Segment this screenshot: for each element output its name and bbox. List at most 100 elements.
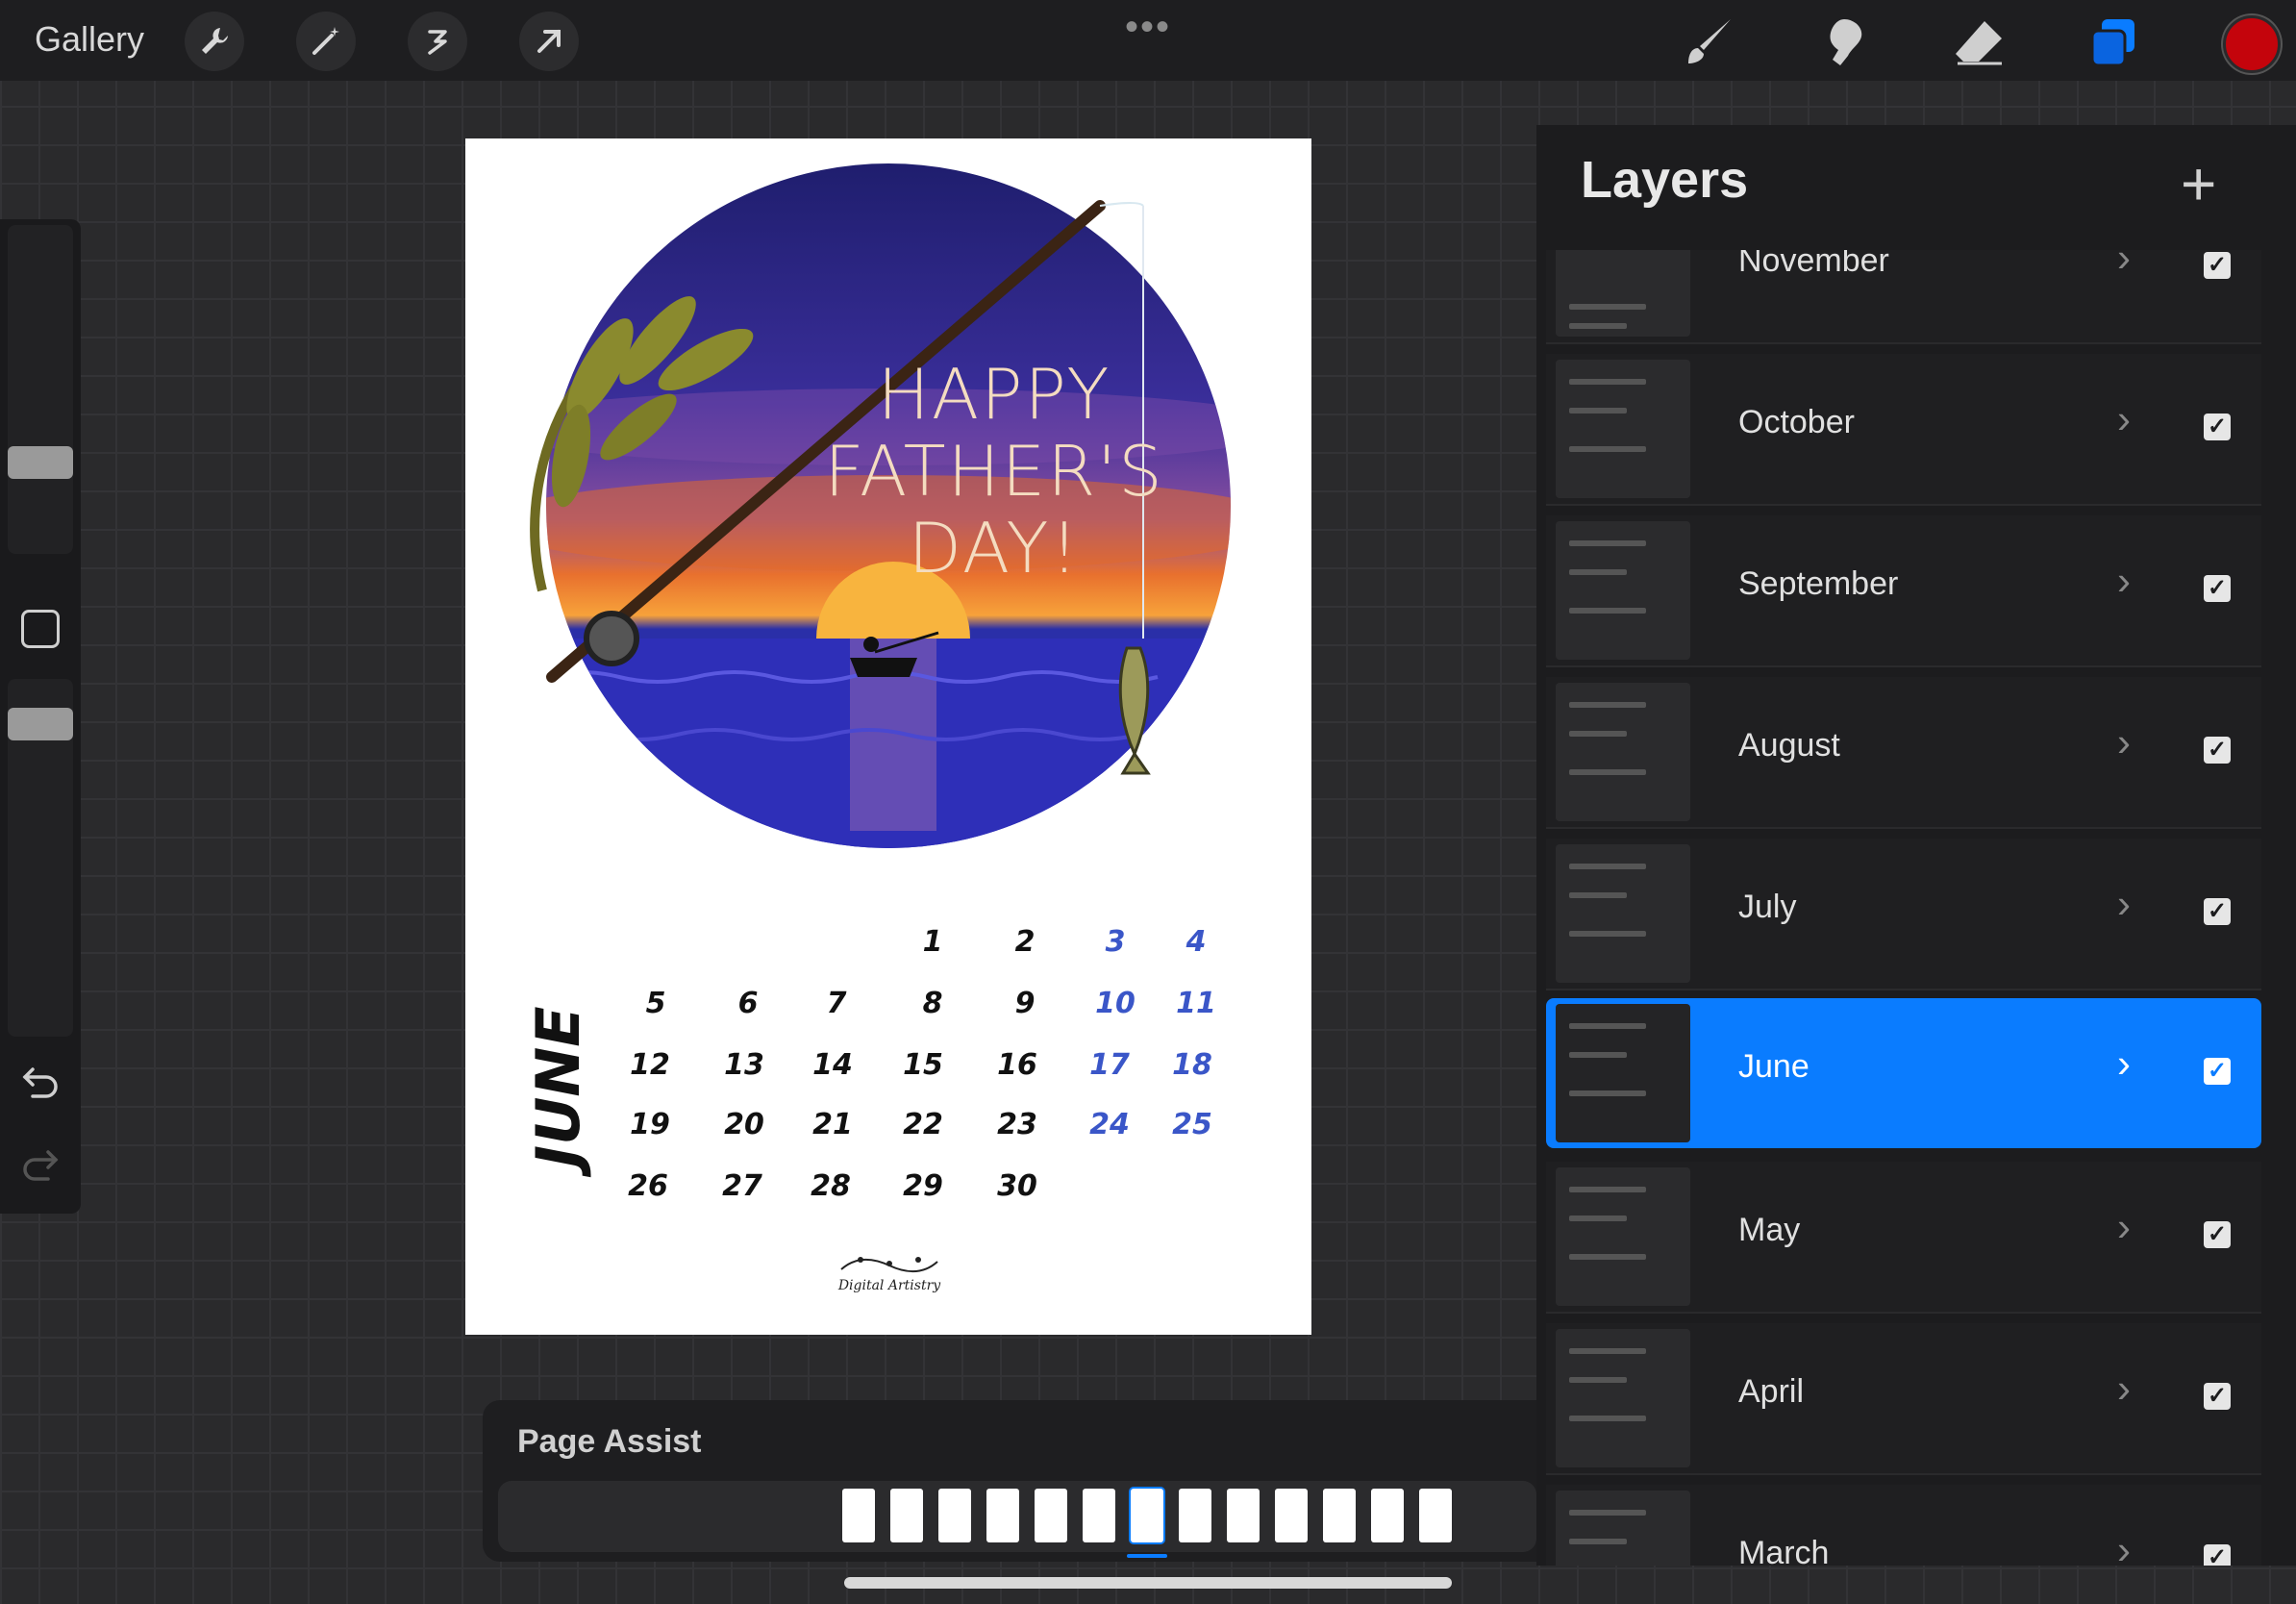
calendar-day: 21 [812, 1108, 853, 1141]
visibility-checkbox[interactable]: ✓ [2204, 898, 2231, 925]
chevron-right-icon[interactable]: › [2117, 881, 2131, 927]
page-thumbnail[interactable] [1179, 1489, 1211, 1542]
layer-name: April [1738, 1373, 1805, 1410]
greeting-line-1: HAPPY [877, 354, 1111, 435]
transform-arrow-icon[interactable] [519, 12, 579, 71]
layer-row-march[interactable]: March › ✓ [1546, 1485, 2261, 1566]
left-sidebar [0, 219, 81, 1214]
visibility-checkbox[interactable]: ✓ [2204, 1058, 2231, 1085]
calendar-day: 7 [826, 987, 847, 1020]
chevron-right-icon[interactable]: › [2117, 1040, 2131, 1087]
layer-thumbnail [1556, 1004, 1690, 1142]
month-label: JUNE [523, 1006, 593, 1167]
layer-name: May [1738, 1212, 1801, 1248]
more-options-button[interactable]: ••• [1125, 6, 1171, 49]
redo-icon[interactable] [19, 1144, 62, 1188]
page-thumbnail[interactable] [1083, 1489, 1115, 1542]
layer-row-september[interactable]: September › ✓ [1546, 515, 2261, 667]
add-layer-button[interactable]: + [2181, 148, 2216, 219]
calendar-day: 20 [724, 1108, 764, 1141]
layer-row-october[interactable]: October › ✓ [1546, 354, 2261, 506]
gallery-button[interactable]: Gallery [35, 19, 144, 60]
layer-thumbnail [1556, 360, 1690, 498]
page-thumbnail-active[interactable] [1131, 1489, 1163, 1542]
calendar-day: 28 [811, 1169, 851, 1203]
layer-row-july[interactable]: July › ✓ [1546, 839, 2261, 990]
logo-text: Digital Artistry [837, 1278, 941, 1293]
layer-row-may[interactable]: May › ✓ [1546, 1162, 2261, 1314]
selection-icon[interactable] [408, 12, 467, 71]
visibility-checkbox[interactable]: ✓ [2204, 252, 2231, 279]
layer-thumbnail [1556, 1167, 1690, 1306]
color-picker-button[interactable] [2223, 15, 2281, 73]
layers-icon[interactable] [2084, 13, 2142, 71]
visibility-checkbox[interactable]: ✓ [2204, 414, 2231, 440]
chevron-right-icon[interactable]: › [2117, 1366, 2131, 1412]
eraser-icon[interactable] [1950, 13, 2008, 71]
calendar-day: 12 [630, 1048, 670, 1082]
page-thumbnail[interactable] [1275, 1489, 1308, 1542]
calendar-day: 9 [1014, 987, 1036, 1020]
calendar-day: 23 [997, 1108, 1037, 1141]
chevron-right-icon[interactable]: › [2117, 1527, 2131, 1566]
chevron-right-icon[interactable]: › [2117, 396, 2131, 442]
visibility-checkbox[interactable]: ✓ [2204, 1221, 2231, 1248]
home-indicator[interactable] [844, 1577, 1452, 1589]
layers-list[interactable]: November › ✓ October › ✓ September › ✓ A… [1536, 250, 2296, 1566]
page-thumbnail[interactable] [938, 1489, 971, 1542]
layer-row-august[interactable]: August › ✓ [1546, 677, 2261, 829]
brush-size-handle[interactable] [8, 446, 73, 479]
page-strip[interactable] [498, 1481, 1536, 1558]
calendar-day: 26 [628, 1169, 668, 1203]
layer-thumbnail [1556, 1329, 1690, 1467]
layer-row-november[interactable]: November › ✓ [1546, 250, 2261, 344]
greeting-line-2: FATHER'S [824, 431, 1164, 512]
calendar-day: 14 [812, 1048, 853, 1082]
page-thumbnail[interactable] [1371, 1489, 1404, 1542]
layer-name: November [1738, 250, 1889, 279]
undo-icon[interactable] [19, 1062, 62, 1105]
chevron-right-icon[interactable]: › [2117, 558, 2131, 604]
calendar-day: 15 [903, 1048, 943, 1082]
square-icon[interactable] [21, 610, 60, 648]
visibility-checkbox[interactable]: ✓ [2204, 1544, 2231, 1566]
active-page-indicator [1127, 1554, 1167, 1558]
smudge-icon[interactable] [1815, 13, 1873, 71]
greeting-line-3: DAY! [908, 508, 1081, 589]
layer-row-april[interactable]: April › ✓ [1546, 1323, 2261, 1475]
calendar-day: 16 [997, 1048, 1037, 1082]
calendar-day: 19 [630, 1108, 670, 1141]
page-thumbnail[interactable] [842, 1489, 875, 1542]
layers-panel: Layers + November › ✓ October › ✓ Septem… [1536, 125, 2296, 1566]
chevron-right-icon[interactable]: › [2117, 1204, 2131, 1250]
page-assist-panel: Page Assist [483, 1400, 1536, 1562]
calendar-day: 3 [1105, 925, 1126, 959]
page-thumbnail[interactable] [1227, 1489, 1260, 1542]
magic-wand-icon[interactable] [296, 12, 356, 71]
wrench-icon[interactable] [185, 12, 244, 71]
calendar-day: 2 [1014, 925, 1036, 959]
layer-name: July [1738, 889, 1797, 925]
layer-name: September [1738, 565, 1899, 602]
calendar-day: 18 [1172, 1048, 1212, 1082]
vine-logo-icon [840, 1257, 938, 1272]
visibility-checkbox[interactable]: ✓ [2204, 1383, 2231, 1410]
page-thumbnail[interactable] [1035, 1489, 1067, 1542]
brush-size-slider[interactable] [8, 225, 73, 554]
calendar-day: 5 [645, 987, 666, 1020]
chevron-right-icon[interactable]: › [2117, 719, 2131, 765]
visibility-checkbox[interactable]: ✓ [2204, 737, 2231, 764]
layer-thumbnail [1556, 521, 1690, 660]
page-thumbnail[interactable] [1419, 1489, 1452, 1542]
page-thumbnail[interactable] [1323, 1489, 1356, 1542]
visibility-checkbox[interactable]: ✓ [2204, 575, 2231, 602]
chevron-right-icon[interactable]: › [2117, 250, 2131, 281]
brush-icon[interactable] [1681, 13, 1738, 71]
layer-row-june[interactable]: June › ✓ [1546, 998, 2261, 1148]
calendar-day: 29 [903, 1169, 943, 1203]
layer-thumbnail [1556, 683, 1690, 821]
drawing-canvas[interactable]: HAPPY FATHER'S DAY! JUNE 1 2 3 4 5 6 7 8… [465, 138, 1311, 1335]
page-thumbnail[interactable] [986, 1489, 1019, 1542]
opacity-handle[interactable] [8, 708, 73, 740]
page-thumbnail[interactable] [890, 1489, 923, 1542]
